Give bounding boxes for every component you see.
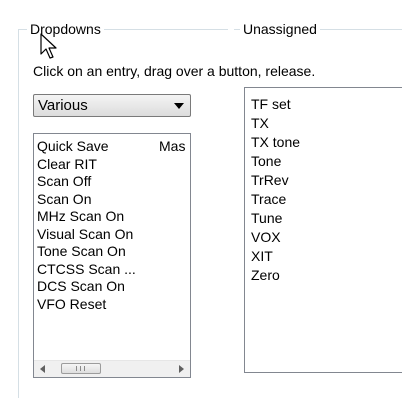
- instructions-text: Click on an entry, drag over a button, r…: [33, 63, 316, 79]
- list-item[interactable]: Trace: [251, 190, 300, 209]
- list-item[interactable]: Tone Scan On: [37, 243, 136, 261]
- list-item[interactable]: Visual Scan On: [37, 226, 136, 244]
- list-item[interactable]: TX tone: [251, 133, 300, 152]
- list-item[interactable]: CTCSS Scan ...: [37, 261, 136, 279]
- entries-column-2: Mas: [159, 138, 185, 156]
- list-item[interactable]: Scan On: [37, 191, 136, 209]
- list-item[interactable]: Scan Off: [37, 173, 136, 191]
- mouse-pointer-icon: [40, 33, 57, 59]
- unassigned-functions-list[interactable]: TF set TX TX tone Tone TrRev Trace Tune VOX XIT Z…: [244, 87, 402, 373]
- list-item[interactable]: MHz Scan On: [37, 208, 136, 226]
- dropdowns-group-title: Dropdowns: [27, 20, 104, 38]
- scroll-right-button[interactable]: [173, 361, 190, 377]
- chevron-down-icon: [174, 103, 184, 109]
- list-item[interactable]: Tune: [251, 209, 300, 228]
- horizontal-scrollbar[interactable]: [34, 360, 190, 377]
- button-assignment-panel: Dropdowns Unassigned Click on an entry, …: [0, 0, 402, 398]
- grip-icon: [76, 366, 85, 371]
- category-dropdown[interactable]: Various: [33, 94, 191, 117]
- list-item[interactable]: TX: [251, 114, 300, 133]
- list-item[interactable]: Quick Save: [37, 138, 136, 156]
- list-item[interactable]: VOX: [251, 228, 300, 247]
- unassigned-column: TF set TX TX tone Tone TrRev Trace Tune VOX XIT Z…: [251, 95, 300, 285]
- list-item[interactable]: TF set: [251, 95, 300, 114]
- unassigned-group-title: Unassigned: [240, 20, 320, 38]
- list-item[interactable]: XIT: [251, 247, 300, 266]
- list-item[interactable]: DCS Scan On: [37, 278, 136, 296]
- scroll-left-button[interactable]: [34, 361, 51, 377]
- arrow-left-icon: [40, 365, 45, 373]
- scroll-thumb[interactable]: [61, 363, 101, 374]
- list-item[interactable]: Clear RIT: [37, 156, 136, 174]
- dropdown-entries-list[interactable]: Quick Save Clear RIT Scan Off Scan On MHz Sc…: [33, 133, 191, 378]
- list-item[interactable]: VFO Reset: [37, 296, 136, 314]
- list-item[interactable]: Zero: [251, 266, 300, 285]
- arrow-right-icon: [179, 365, 184, 373]
- dropdowns-group-border-left: [18, 29, 19, 398]
- list-item[interactable]: Tone: [251, 152, 300, 171]
- entries-column-1: Quick Save Clear RIT Scan Off Scan On MHz Sc…: [37, 138, 136, 313]
- list-item[interactable]: Mas: [159, 138, 185, 156]
- list-item[interactable]: TrRev: [251, 171, 300, 190]
- category-dropdown-value: Various: [38, 97, 88, 114]
